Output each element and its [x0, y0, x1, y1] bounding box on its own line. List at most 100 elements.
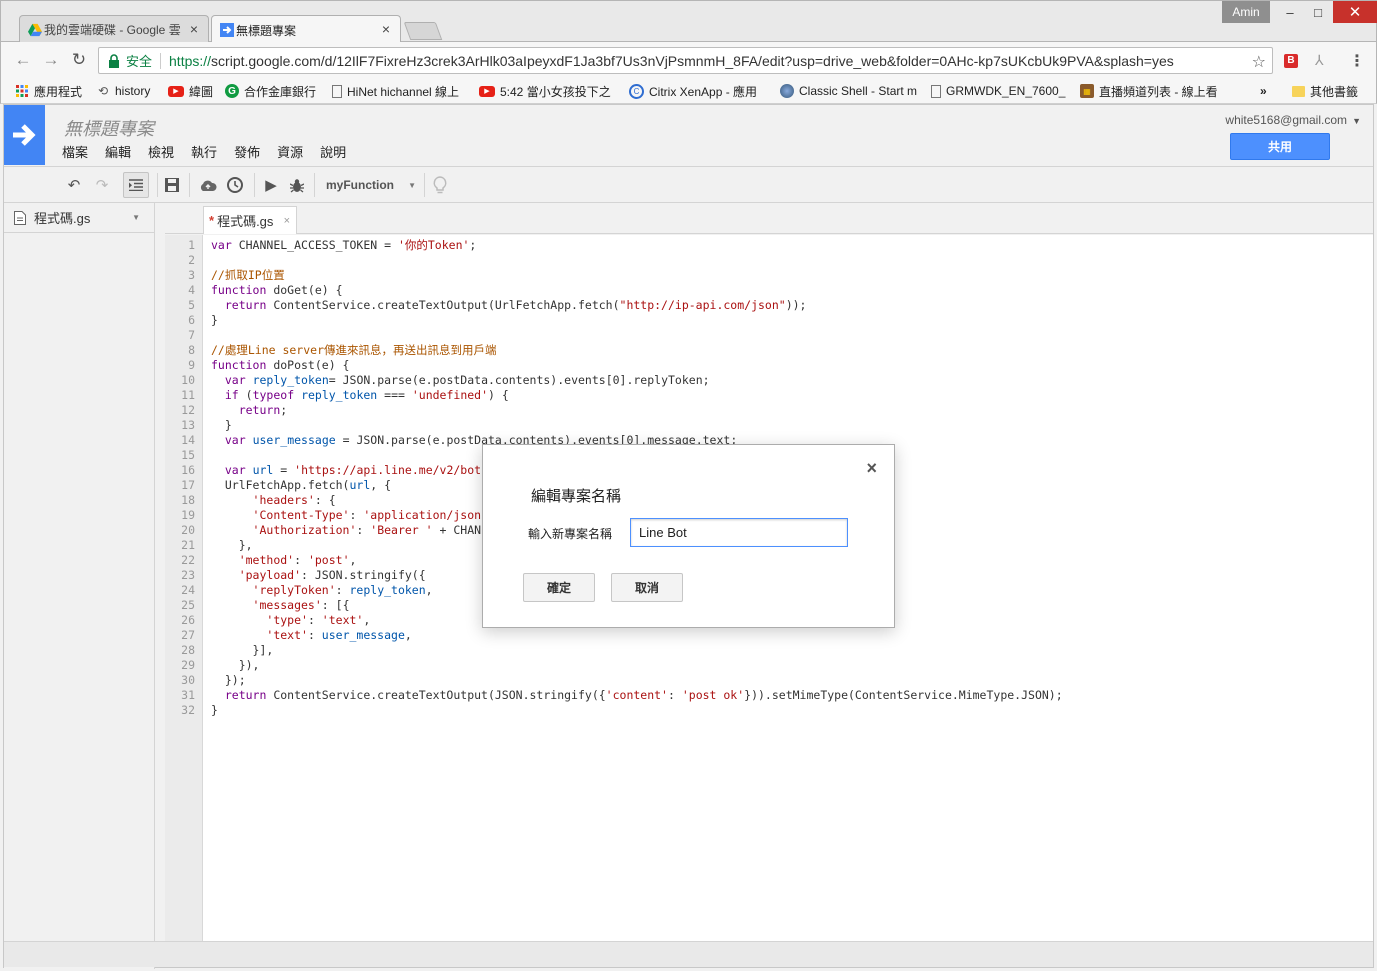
- bookmark-label: HiNet hichannel 線上: [347, 84, 460, 99]
- profile-badge[interactable]: Amin: [1222, 1, 1270, 23]
- project-title[interactable]: 無標題專案: [64, 115, 154, 141]
- line-number: 12: [181, 403, 195, 417]
- cloud-deploy-icon[interactable]: [198, 175, 218, 195]
- bookmark-grmwdk[interactable]: GRMWDK_EN_7600_: [931, 83, 1069, 99]
- bookmark-label: Classic Shell - Start m: [799, 84, 918, 98]
- code-line: 'Content-Type': 'application/json: [252, 508, 482, 522]
- code-line: var reply_token= JSON.parse(e.postData.c…: [224, 373, 710, 387]
- menu-resources[interactable]: 資源: [277, 142, 303, 161]
- lightbulb-icon[interactable]: [430, 175, 450, 195]
- bookmark-other[interactable]: 其他書籤: [1292, 83, 1372, 99]
- line-number: 25: [181, 598, 195, 612]
- tab-close-icon[interactable]: ×: [190, 21, 198, 37]
- address-separator: [160, 52, 162, 69]
- bookmark-history[interactable]: ⟲ history: [96, 83, 160, 99]
- indent-icon[interactable]: [123, 172, 149, 198]
- tv-icon: ▦: [1080, 84, 1094, 98]
- bookmarks-overflow-button[interactable]: »: [1260, 83, 1274, 99]
- pdf-extension-icon[interactable]: ⅄: [1315, 52, 1331, 68]
- toolbar-separator: [157, 173, 158, 197]
- extension-icon[interactable]: B: [1284, 54, 1298, 68]
- triggers-clock-icon[interactable]: [225, 175, 245, 195]
- bookmark-youtube-1[interactable]: ▶ 緯圖: [168, 83, 218, 99]
- undo-icon[interactable]: ↶: [64, 175, 84, 195]
- bookmark-label: 直播頻道列表 - 線上看: [1099, 84, 1218, 99]
- run-play-icon[interactable]: ▶: [261, 175, 281, 195]
- line-number: 10: [181, 373, 195, 387]
- bookmark-tv[interactable]: ▦ 直播頻道列表 - 線上看: [1080, 83, 1220, 99]
- tab-label: 程式碼.gs: [217, 214, 274, 229]
- bookmark-classic-shell[interactable]: Classic Shell - Start m: [780, 83, 918, 99]
- arrow-right-icon: [12, 124, 36, 146]
- history-icon: ⟲: [97, 84, 109, 98]
- tab-close-icon[interactable]: ×: [284, 215, 290, 227]
- function-select[interactable]: myFunction ▼: [316, 172, 422, 198]
- window-close-button[interactable]: ✕: [1333, 1, 1377, 23]
- url-text[interactable]: https://script.google.com/d/12IlF7FixreH…: [169, 53, 1239, 69]
- line-number: 26: [181, 613, 195, 627]
- tab-code-gs[interactable]: * 程式碼.gs ×: [203, 206, 297, 234]
- bookmark-label: GRMWDK_EN_7600_: [946, 84, 1066, 98]
- youtube-icon: ▶: [479, 85, 495, 97]
- line-number: 32: [181, 703, 195, 717]
- redo-icon[interactable]: ↷: [92, 175, 112, 195]
- line-number: 4: [188, 283, 195, 297]
- menu-view[interactable]: 檢視: [148, 142, 174, 161]
- youtube-icon: ▶: [168, 85, 184, 97]
- account-caret-icon[interactable]: ▼: [1352, 116, 1361, 126]
- code-line: }: [211, 418, 232, 432]
- window-minimize-button[interactable]: –: [1275, 1, 1305, 23]
- line-number: 17: [181, 478, 195, 492]
- share-button[interactable]: 共用: [1230, 133, 1330, 160]
- menu-bar: 檔案 編輯 檢視 執行 發佈 資源 說明: [62, 142, 363, 161]
- tab-close-icon[interactable]: ×: [382, 21, 390, 37]
- address-bar[interactable]: 安全 https://script.google.com/d/12IlF7Fix…: [98, 47, 1273, 74]
- bookmark-hinet[interactable]: HiNet hichannel 線上: [332, 83, 468, 99]
- menu-edit[interactable]: 編輯: [105, 142, 131, 161]
- tab-title: 我的雲端硬碟 - Google 雲: [44, 23, 181, 37]
- menu-file[interactable]: 檔案: [62, 142, 88, 161]
- code-line: function doGet(e) {: [211, 283, 343, 297]
- project-name-input[interactable]: [630, 518, 848, 547]
- folder-icon: [1292, 85, 1305, 97]
- menu-help[interactable]: 說明: [320, 142, 346, 161]
- line-number: 31: [181, 688, 195, 702]
- file-item-code-gs[interactable]: 程式碼.gs ▼: [4, 203, 154, 233]
- chevron-down-icon[interactable]: ▼: [132, 213, 140, 222]
- line-number: 9: [188, 358, 195, 372]
- menu-run[interactable]: 執行: [191, 142, 217, 161]
- code-line: if (typeof reply_token === 'undefined') …: [224, 388, 509, 402]
- menu-publish[interactable]: 發佈: [234, 142, 260, 161]
- cancel-button[interactable]: 取消: [611, 573, 683, 602]
- bookmark-star-icon[interactable]: ☆: [1252, 52, 1266, 72]
- back-arrow-icon[interactable]: ←: [13, 50, 33, 70]
- unsaved-indicator: *: [209, 213, 215, 228]
- line-number: 15: [181, 448, 195, 462]
- confirm-button[interactable]: 確定: [523, 573, 595, 602]
- editor-toolbar: ↶ ↷ ▶ myFunction ▼: [4, 167, 1373, 203]
- browser-titlebar: 我的雲端硬碟 - Google 雲 × 無標題專案 × Amin – □ ✕: [0, 0, 1377, 44]
- window-maximize-button[interactable]: □: [1303, 1, 1333, 23]
- bookmark-apps[interactable]: 應用程式: [15, 83, 91, 99]
- bookmark-bank[interactable]: G 合作金庫銀行: [225, 83, 323, 99]
- dialog-title: 編輯專案名稱: [531, 488, 622, 505]
- tab-apps-script[interactable]: 無標題專案 ×: [211, 15, 401, 44]
- editor-header: 無標題專案 檔案 編輯 檢視 執行 發佈 資源 說明 white5168@gma…: [4, 105, 1373, 167]
- code-line: function doPost(e) {: [211, 358, 350, 372]
- close-icon[interactable]: ×: [866, 458, 877, 479]
- code-line: //抓取IP位置: [211, 268, 285, 282]
- tab-google-drive[interactable]: 我的雲端硬碟 - Google 雲 ×: [19, 15, 209, 43]
- account-email[interactable]: white5168@gmail.com: [1225, 113, 1347, 127]
- reload-icon[interactable]: ↻: [69, 50, 89, 70]
- apps-script-logo[interactable]: [4, 105, 45, 165]
- bookmark-youtube-2[interactable]: ▶ 5:42 當小女孩投下之: [479, 83, 617, 99]
- bookmark-citrix[interactable]: C Citrix XenApp - 應用: [629, 83, 767, 99]
- line-number: 27: [181, 628, 195, 642]
- debug-bug-icon[interactable]: [287, 175, 307, 195]
- save-icon[interactable]: [162, 175, 182, 195]
- forward-arrow-icon[interactable]: →: [41, 50, 61, 70]
- code-line: 'headers': {: [252, 493, 336, 507]
- browser-menu-icon[interactable]: ⋮: [1349, 51, 1365, 71]
- function-select-value: myFunction: [326, 178, 394, 192]
- new-tab-button[interactable]: [403, 22, 443, 40]
